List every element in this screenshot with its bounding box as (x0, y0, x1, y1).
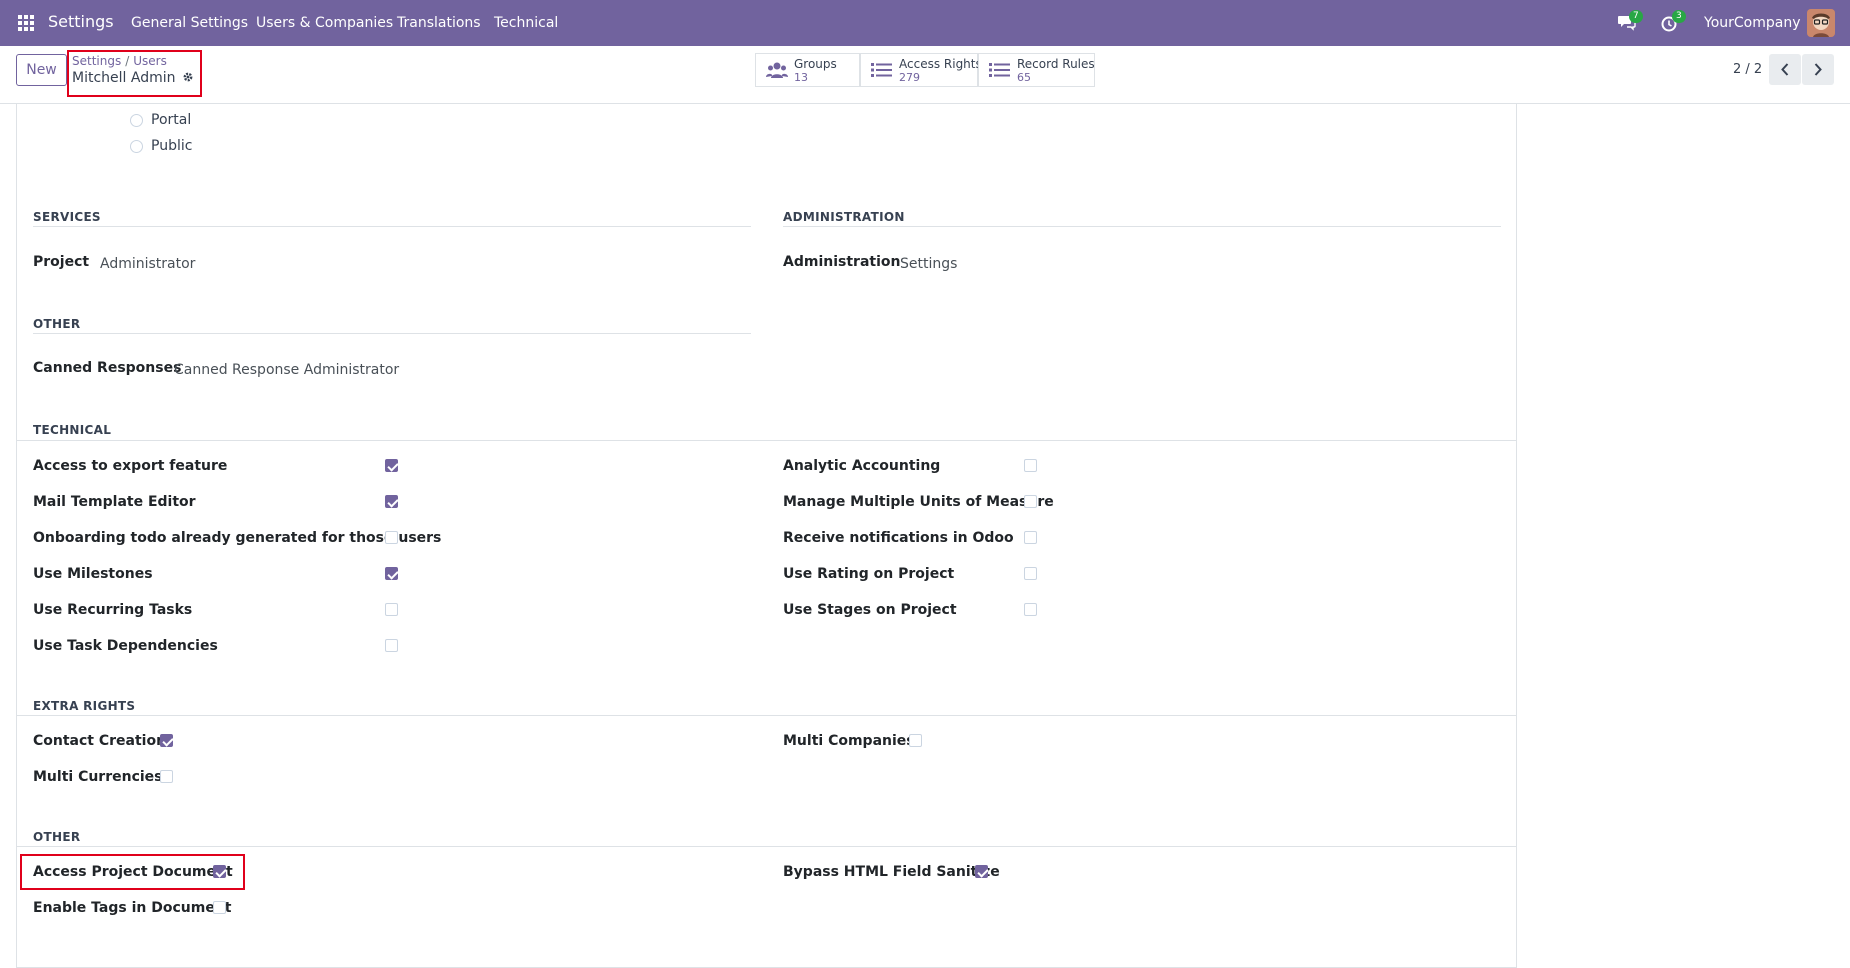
field-label-access-export: Access to export feature (33, 458, 228, 474)
list-icon (871, 61, 893, 79)
field-label-mail-template-editor: Mail Template Editor (33, 494, 196, 510)
field-label-multi-currencies: Multi Currencies (33, 769, 163, 785)
smart-button-record-rules[interactable]: Record Rules 65 (978, 53, 1095, 87)
smart-access-rights-count: 279 (899, 71, 920, 84)
divider (16, 715, 1517, 716)
radio-public-label: Public (151, 138, 193, 154)
smart-record-rules-label: Record Rules (1017, 57, 1095, 71)
checkbox-onboarding-todo[interactable] (385, 531, 398, 544)
checkbox-multi-currencies[interactable] (160, 770, 173, 783)
divider (16, 846, 1517, 847)
menu-technical[interactable]: Technical (494, 15, 558, 31)
checkbox-access-project-document[interactable] (213, 865, 226, 878)
field-label-bypass-html-sanitize: Bypass HTML Field Sanitize (783, 864, 1000, 880)
field-label-enable-tags-document: Enable Tags in Document (33, 900, 232, 916)
radio-portal-label: Portal (151, 112, 192, 128)
field-label-multi-companies: Multi Companies (783, 733, 915, 749)
section-title-technical: TECHNICAL (33, 423, 112, 437)
smart-button-groups[interactable]: Groups 13 (755, 53, 860, 87)
section-title-other: OTHER (33, 317, 81, 331)
field-label-stages-project: Use Stages on Project (783, 602, 957, 618)
field-label-use-milestones: Use Milestones (33, 566, 153, 582)
apps-menu-icon[interactable] (18, 15, 35, 32)
gear-icon[interactable] (182, 71, 194, 83)
smart-groups-count: 13 (794, 71, 808, 84)
chat-icon[interactable]: 7 (1617, 10, 1643, 32)
new-button[interactable]: New (16, 54, 67, 86)
field-canned-responses-select[interactable]: Canned Response Administrator (174, 362, 399, 378)
field-label-onboarding-todo: Onboarding todo already generated for th… (33, 530, 442, 546)
user-avatar[interactable] (1807, 9, 1835, 37)
company-switcher[interactable]: YourCompany (1704, 15, 1801, 31)
menu-users-companies[interactable]: Users & Companies (256, 15, 393, 31)
smart-record-rules-count: 65 (1017, 71, 1031, 84)
pager-previous-button[interactable] (1769, 54, 1801, 85)
divider (783, 226, 1501, 227)
field-label-access-project-document: Access Project Document (33, 864, 233, 880)
top-navbar: Settings General Settings Users & Compan… (0, 0, 1850, 46)
checkbox-multiple-uom[interactable] (1024, 495, 1037, 508)
checkbox-use-milestones[interactable] (385, 567, 398, 580)
menu-general-settings[interactable]: General Settings (131, 15, 248, 31)
section-title-other: OTHER (33, 830, 81, 844)
pager-value[interactable]: 2 / 2 (1733, 62, 1762, 77)
activity-clock-icon[interactable]: 3 (1660, 10, 1686, 32)
checkbox-mail-template-editor[interactable] (385, 495, 398, 508)
smart-access-rights-label: Access Rights (899, 57, 982, 71)
divider (33, 226, 751, 227)
checkbox-multi-companies[interactable] (909, 734, 922, 747)
checkbox-access-export[interactable] (385, 459, 398, 472)
menu-translations[interactable]: Translations (397, 15, 481, 31)
field-label-contact-creation: Contact Creation (33, 733, 167, 749)
radio-portal[interactable] (130, 114, 143, 127)
users-icon (766, 61, 788, 79)
section-title-services: SERVICES (33, 210, 101, 224)
breadcrumb-users[interactable]: Users (133, 54, 167, 68)
field-label-rating-project: Use Rating on Project (783, 566, 955, 582)
field-administration-select[interactable]: Settings (900, 256, 957, 272)
app-brand[interactable]: Settings (48, 12, 114, 31)
field-label-use-task-dependencies: Use Task Dependencies (33, 638, 218, 654)
record-title: Mitchell Admin (72, 70, 176, 86)
field-label-notifications-odoo: Receive notifications in Odoo (783, 530, 1014, 546)
chevron-right-icon (1814, 63, 1822, 76)
chevron-left-icon (1781, 63, 1789, 76)
breadcrumb-settings[interactable]: Settings (72, 54, 121, 68)
field-label-multiple-uom: Manage Multiple Units of Measure (783, 494, 1054, 510)
breadcrumb: Settings / Users Mitchell Admin (67, 50, 202, 97)
checkbox-bypass-html-sanitize[interactable] (975, 865, 988, 878)
checkbox-use-task-dependencies[interactable] (385, 639, 398, 652)
checkbox-use-recurring-tasks[interactable] (385, 603, 398, 616)
field-project-select[interactable]: Administrator (100, 256, 195, 272)
field-label-project: Project (33, 254, 90, 270)
section-title-administration: ADMINISTRATION (783, 210, 905, 224)
field-label-analytic-accounting: Analytic Accounting (783, 458, 941, 474)
list-icon (989, 61, 1011, 79)
control-panel: New Settings / Users Mitchell Admin Groups… (0, 46, 1850, 104)
pager-next-button[interactable] (1802, 54, 1834, 85)
field-label-administration: Administration (783, 254, 901, 270)
section-title-extra-rights: EXTRA RIGHTS (33, 699, 136, 713)
smart-button-access-rights[interactable]: Access Rights 279 (860, 53, 982, 87)
field-label-canned-responses: Canned Responses (33, 360, 182, 376)
checkbox-enable-tags-document[interactable] (213, 901, 226, 914)
chat-badge: 7 (1629, 10, 1643, 23)
field-label-use-recurring-tasks: Use Recurring Tasks (33, 602, 193, 618)
checkbox-analytic-accounting[interactable] (1024, 459, 1037, 472)
checkbox-notifications-odoo[interactable] (1024, 531, 1037, 544)
checkbox-stages-project[interactable] (1024, 603, 1037, 616)
divider (16, 440, 1517, 441)
radio-public[interactable] (130, 140, 143, 153)
smart-groups-label: Groups (794, 57, 837, 71)
divider (33, 333, 751, 334)
checkbox-contact-creation[interactable] (160, 734, 173, 747)
activity-badge: 3 (1672, 10, 1686, 23)
checkbox-rating-project[interactable] (1024, 567, 1037, 580)
